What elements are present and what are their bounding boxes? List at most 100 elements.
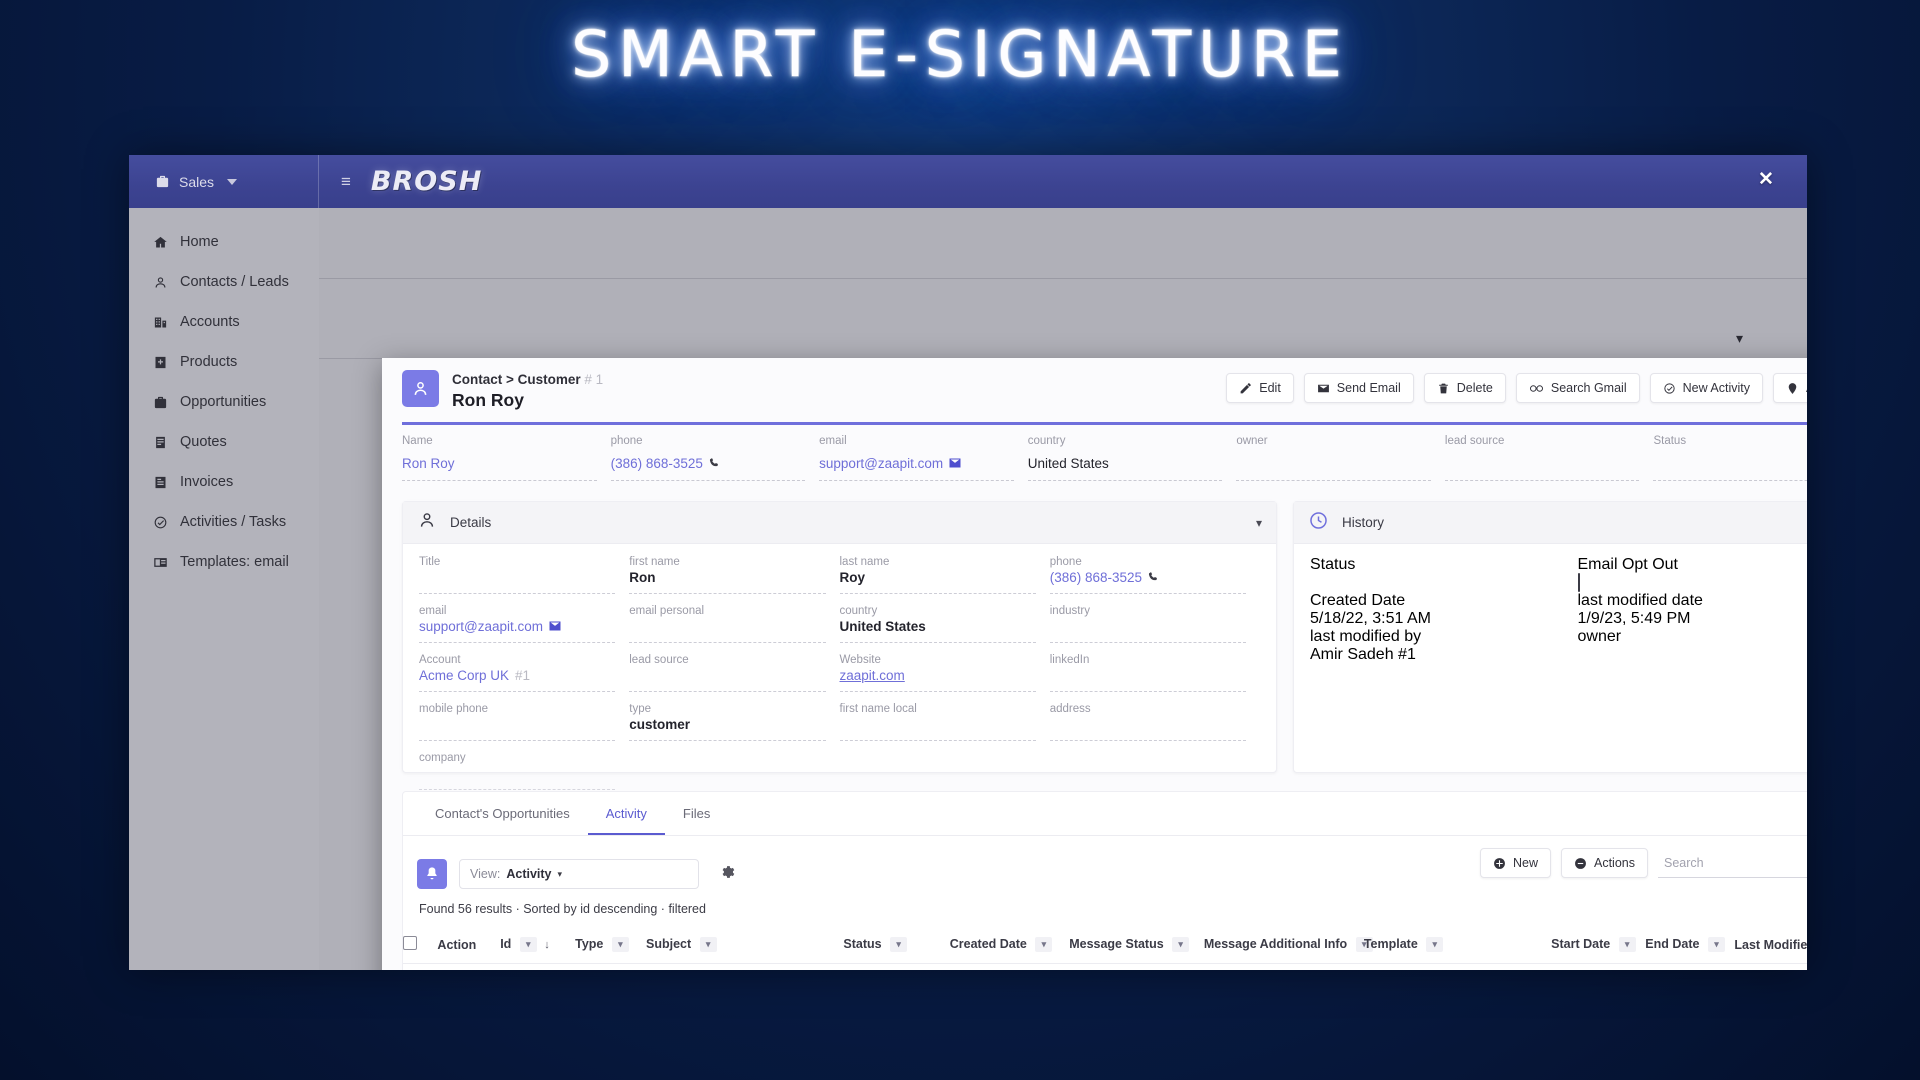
field-status: Status [1310, 556, 1578, 592]
chevron-down-icon[interactable]: ▾ [890, 937, 908, 953]
details-panel-body: Title first name Ron last name Roy phone… [403, 544, 1276, 801]
select-all-checkbox[interactable] [403, 936, 417, 950]
home-icon [153, 235, 168, 250]
tab-activity[interactable]: Activity [587, 792, 665, 835]
cell-subject[interactable]: Quote Web Zaapit App-SIGNED! [645, 963, 844, 970]
details-panel: Details ▾ Title first name Ron last name… [402, 501, 1277, 790]
email-opt-out-checkbox[interactable] [1577, 573, 1580, 592]
col-start-date[interactable]: Start Date ▾ [1551, 926, 1646, 964]
col-end-date[interactable]: End Date ▾ [1645, 926, 1735, 964]
col-status[interactable]: Status ▾ [843, 926, 950, 964]
gear-icon[interactable] [719, 864, 735, 885]
field-value[interactable]: Ron Roy [402, 455, 597, 472]
cell-end-date [1645, 963, 1735, 970]
col-subject[interactable]: Subject ▾ [645, 926, 844, 964]
sidebar-item-contacts-leads[interactable]: Contacts / Leads [129, 262, 319, 302]
col-created-date[interactable]: Created Date ▾ [949, 926, 1070, 964]
col-message-status[interactable]: Message Status ▾ [1069, 926, 1204, 964]
bell-icon[interactable] [417, 859, 447, 889]
row-action[interactable]: ▾ [437, 963, 501, 970]
new-record-button[interactable]: New [1479, 848, 1551, 878]
field-value: 5/18/22, 3:51 AM [1310, 610, 1431, 627]
field-value-wrap[interactable]: Acme Corp UK #1 [419, 666, 615, 685]
chevron-down-icon[interactable]: ▾ [1707, 937, 1725, 953]
field-value-wrap[interactable]: (386) 868-3525 [1050, 568, 1246, 587]
view-selector[interactable]: View: Activity ▾ [459, 859, 699, 889]
actions-button[interactable]: Actions [1773, 373, 1807, 403]
sidebar-item-label: Contacts / Leads [180, 274, 289, 290]
avatar [402, 370, 439, 407]
summary-field-email: email support@zaapit.com [819, 435, 1028, 481]
delete-button[interactable]: Delete [1423, 373, 1506, 403]
panel-title: History [1342, 515, 1385, 530]
edit-button[interactable]: Edit [1226, 373, 1294, 403]
field-value [419, 764, 615, 783]
app-switcher[interactable]: Sales [129, 155, 319, 208]
field-value[interactable]: zaapit.com [840, 666, 1036, 685]
col-last-modified-date[interactable]: Last Modified Date [1734, 926, 1807, 964]
sidebar-item-accounts[interactable]: Accounts [129, 302, 319, 342]
field-value-wrap[interactable]: support@zaapit.com [819, 455, 1014, 472]
column-label: Status [843, 936, 882, 951]
tab-contacts-opportunities[interactable]: Contact's Opportunities [417, 792, 588, 835]
field-value [1050, 715, 1246, 734]
history-panel-header[interactable]: History ▾ [1294, 502, 1807, 544]
field-first-name-local: first name local [839, 703, 1050, 752]
field-lead-source: lead source [629, 654, 839, 703]
field-value-wrap[interactable]: (386) 868-3525 [611, 455, 806, 472]
cell-id[interactable]: 125254 [500, 963, 576, 970]
chevron-down-icon[interactable]: ▾ [1618, 937, 1636, 953]
invoice-icon [153, 475, 168, 490]
tab-files[interactable]: Files [665, 792, 728, 835]
field-label: last modified by [1310, 628, 1422, 645]
chevron-down-icon[interactable]: ▾ [1256, 516, 1262, 530]
hamburger-icon[interactable]: ≡ [341, 173, 351, 190]
sidebar-item-opportunities[interactable]: Opportunities [129, 382, 319, 422]
cell-message-additional-info [1203, 963, 1364, 970]
field-value [1050, 666, 1246, 685]
table-row[interactable]: ▾ 125254 Signature Quote Web Zaapit App-… [403, 963, 1807, 970]
chevron-down-icon[interactable]: ▾ [1736, 330, 1743, 347]
field-value-wrap [1577, 573, 1808, 592]
chevron-down-icon[interactable]: ▾ [519, 937, 537, 953]
send-email-button[interactable]: Send Email [1303, 373, 1414, 403]
field-value-wrap[interactable]: Amir Sadeh #1 [1310, 646, 1560, 664]
history-panel-body: Status Email Opt Out Created Date 5/18/2… [1294, 544, 1807, 664]
col-template[interactable]: Template ▾ [1363, 926, 1552, 964]
sidebar-item-quotes[interactable]: Quotes [129, 422, 319, 462]
chevron-down-icon[interactable]: ▾ [1035, 937, 1053, 953]
col-message-additional-info[interactable]: Message Additional Info ▾ [1203, 926, 1373, 964]
list-actions-button[interactable]: Actions [1561, 848, 1648, 878]
select-all-header[interactable] [403, 926, 438, 964]
button-label: Search Gmail [1550, 381, 1627, 395]
field-last-modified-date: last modified date 1/9/23, 5:49 PM [1578, 592, 1808, 628]
search-gmail-button[interactable]: Search Gmail [1515, 373, 1640, 403]
col-id[interactable]: Id ▾ ↓ [500, 926, 576, 964]
chevron-down-icon[interactable]: ▾ [699, 937, 717, 953]
field-label: owner [1577, 628, 1622, 645]
sidebar-item-label: Accounts [180, 314, 240, 330]
chevron-down-icon[interactable]: ▾ [1426, 937, 1444, 953]
field-label: Name [402, 435, 433, 447]
field-type: type customer [629, 703, 839, 752]
sidebar-item-activities-tasks[interactable]: Activities / Tasks [129, 502, 319, 542]
field-value: Roy [839, 570, 866, 585]
new-activity-button[interactable]: New Activity [1649, 373, 1763, 403]
row-select[interactable] [403, 963, 438, 970]
chevron-down-icon[interactable]: ▾ [1172, 937, 1190, 953]
box-plus-icon [153, 355, 168, 370]
summary-field-status: Status [1653, 435, 1807, 481]
field-value: United States [1027, 456, 1109, 471]
sidebar-item-invoices[interactable]: Invoices [129, 462, 319, 502]
search-input[interactable]: Search [1658, 848, 1807, 878]
field-value-wrap[interactable]: support@zaapit.com [419, 617, 615, 636]
app-switcher-chip[interactable]: Sales [155, 174, 238, 190]
col-type[interactable]: Type ▾ [575, 926, 646, 964]
sidebar-item-templates-email[interactable]: Templates: email [129, 542, 319, 582]
details-panel-header[interactable]: Details ▾ [403, 502, 1276, 544]
chevron-down-icon[interactable]: ▾ [611, 937, 629, 953]
close-icon[interactable]: ✕ [1755, 169, 1777, 191]
sidebar-item-products[interactable]: Products [129, 342, 319, 382]
field-label: Created Date [1310, 592, 1406, 609]
sidebar-item-home[interactable]: Home [129, 222, 319, 262]
